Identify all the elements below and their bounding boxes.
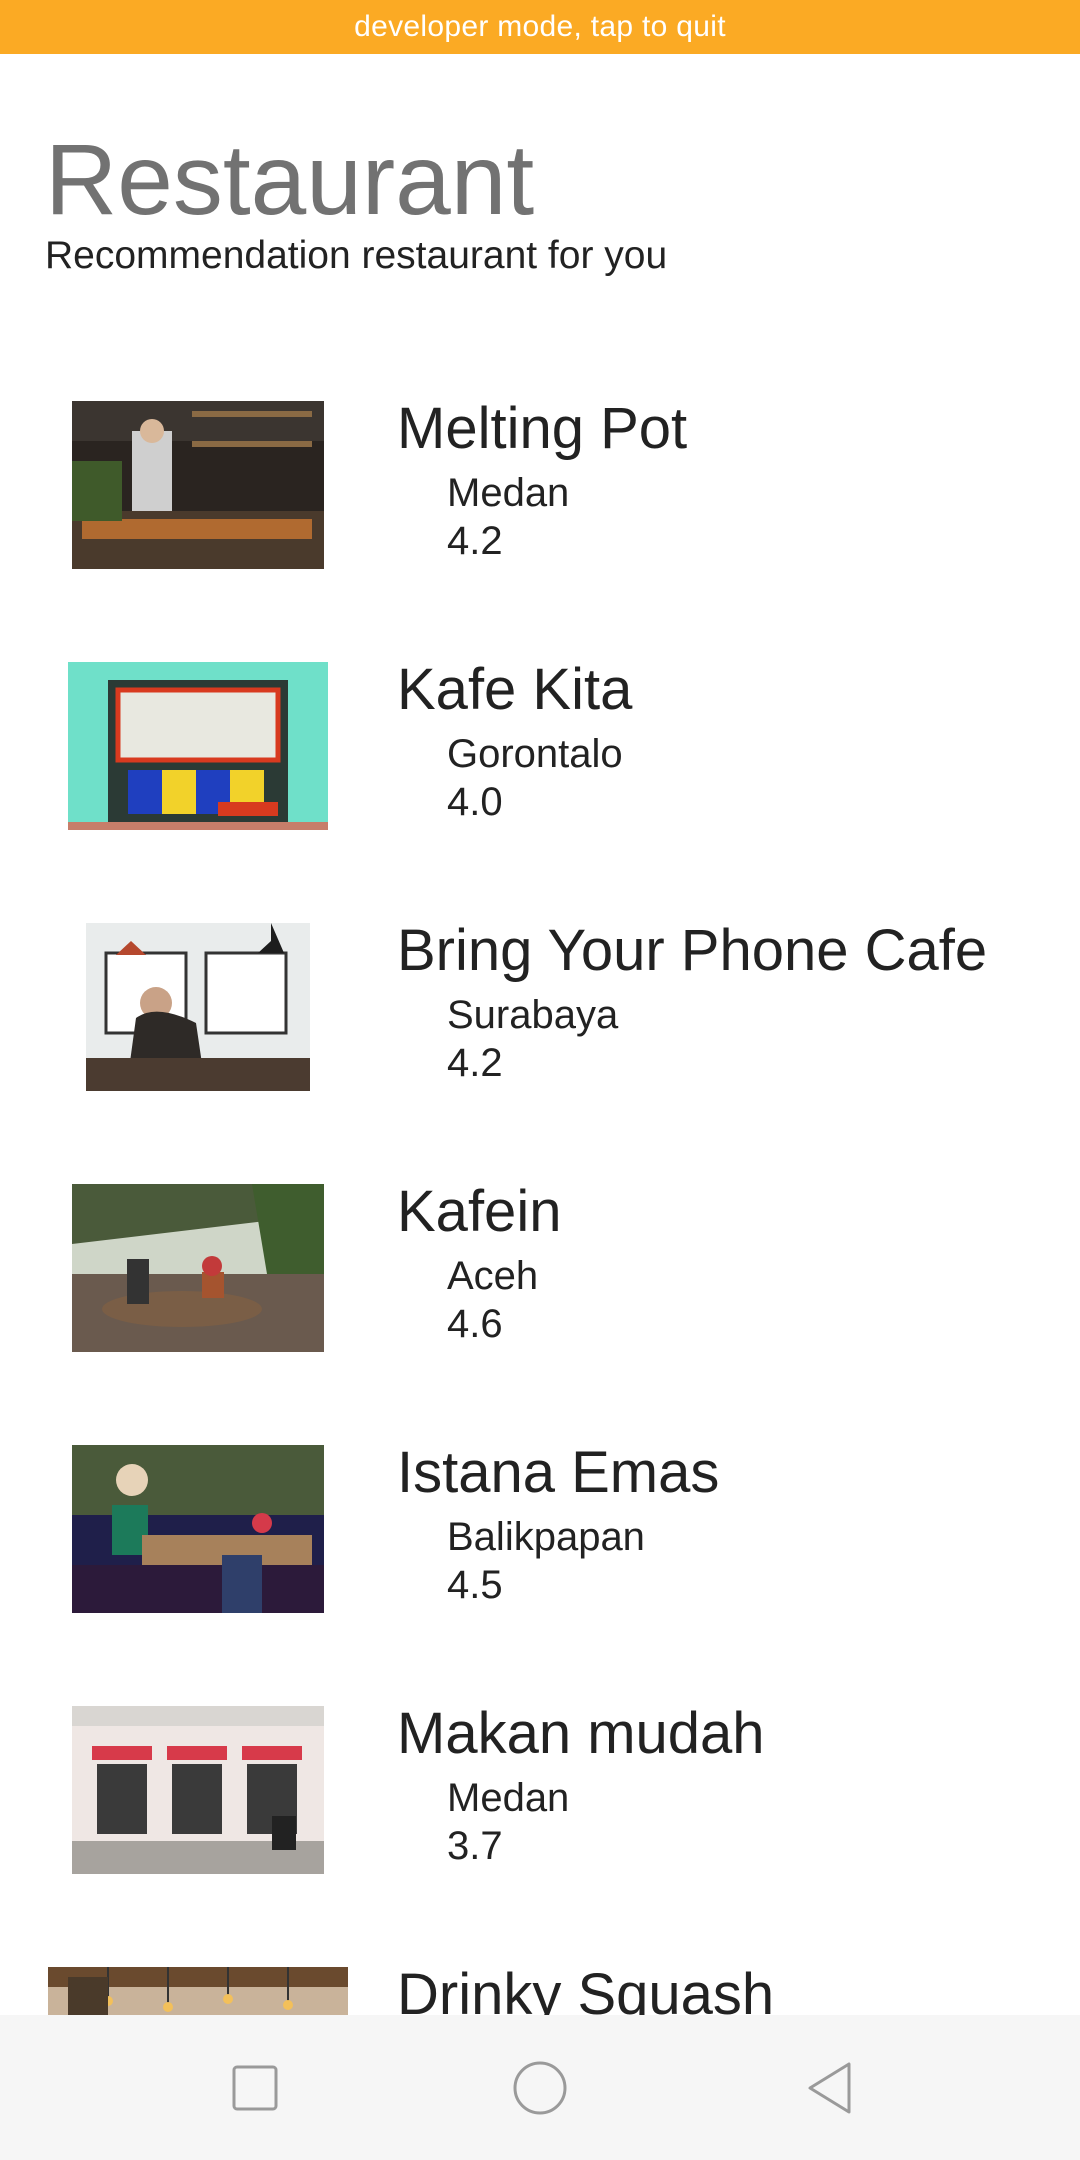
restaurant-city: Medan [447, 1776, 570, 1820]
restaurant-city: Gorontalo [447, 732, 623, 776]
recent-apps-button[interactable] [175, 2015, 335, 2160]
page-subtitle: Recommendation restaurant for you [45, 234, 668, 277]
restaurant-name: Drinky Squash [397, 1962, 775, 2015]
restaurant-list[interactable]: Melting Pot Medan 4.2 Kafe Kita Gorontal… [0, 380, 1080, 2015]
restaurant-item[interactable]: Drinky Squash [0, 1961, 1080, 2015]
triangle-back-icon [808, 2062, 851, 2113]
restaurant-name: Melting Pot [397, 396, 688, 461]
restaurant-image [72, 1184, 324, 1352]
restaurant-city: Balikpapan [447, 1515, 645, 1559]
restaurant-rating: 4.2 [447, 1041, 503, 1085]
restaurant-name: Bring Your Phone Cafe [397, 918, 988, 983]
restaurant-name: Kafein [397, 1179, 562, 1244]
restaurant-image [72, 1445, 324, 1613]
restaurant-item[interactable]: Bring Your Phone Cafe Surabaya 4.2 [0, 917, 1080, 1117]
restaurant-image [68, 662, 328, 830]
back-button[interactable] [750, 2015, 910, 2160]
restaurant-rating: 4.6 [447, 1302, 503, 1346]
restaurant-image [48, 1967, 348, 2015]
square-icon [232, 2065, 278, 2110]
restaurant-city: Medan [447, 471, 570, 515]
restaurant-name: Kafe Kita [397, 657, 633, 722]
restaurant-city: Aceh [447, 1254, 539, 1298]
restaurant-city: Surabaya [447, 993, 619, 1037]
restaurant-image [72, 401, 324, 569]
home-button[interactable] [460, 2015, 620, 2160]
restaurant-name: Makan mudah [397, 1701, 765, 1766]
restaurant-image [72, 1706, 324, 1874]
restaurant-item[interactable]: Istana Emas Balikpapan 4.5 [0, 1439, 1080, 1639]
restaurant-item[interactable]: Melting Pot Medan 4.2 [0, 395, 1080, 595]
restaurant-item[interactable]: Makan mudah Medan 3.7 [0, 1700, 1080, 1900]
restaurant-rating: 4.2 [447, 519, 503, 563]
developer-mode-banner[interactable]: developer mode, tap to quit [0, 0, 1080, 54]
restaurant-item[interactable]: Kafe Kita Gorontalo 4.0 [0, 656, 1080, 856]
circle-icon [513, 2061, 567, 2114]
restaurant-rating: 4.0 [447, 780, 503, 824]
restaurant-name: Istana Emas [397, 1440, 720, 1505]
restaurant-rating: 4.5 [447, 1563, 503, 1607]
restaurant-rating: 3.7 [447, 1824, 503, 1868]
header: Restaurant Recommendation restaurant for… [45, 120, 667, 278]
system-navigation-bar [0, 2015, 1080, 2160]
restaurant-item[interactable]: Kafein Aceh 4.6 [0, 1178, 1080, 1378]
page-title: Restaurant [45, 124, 535, 236]
restaurant-image [86, 923, 310, 1091]
